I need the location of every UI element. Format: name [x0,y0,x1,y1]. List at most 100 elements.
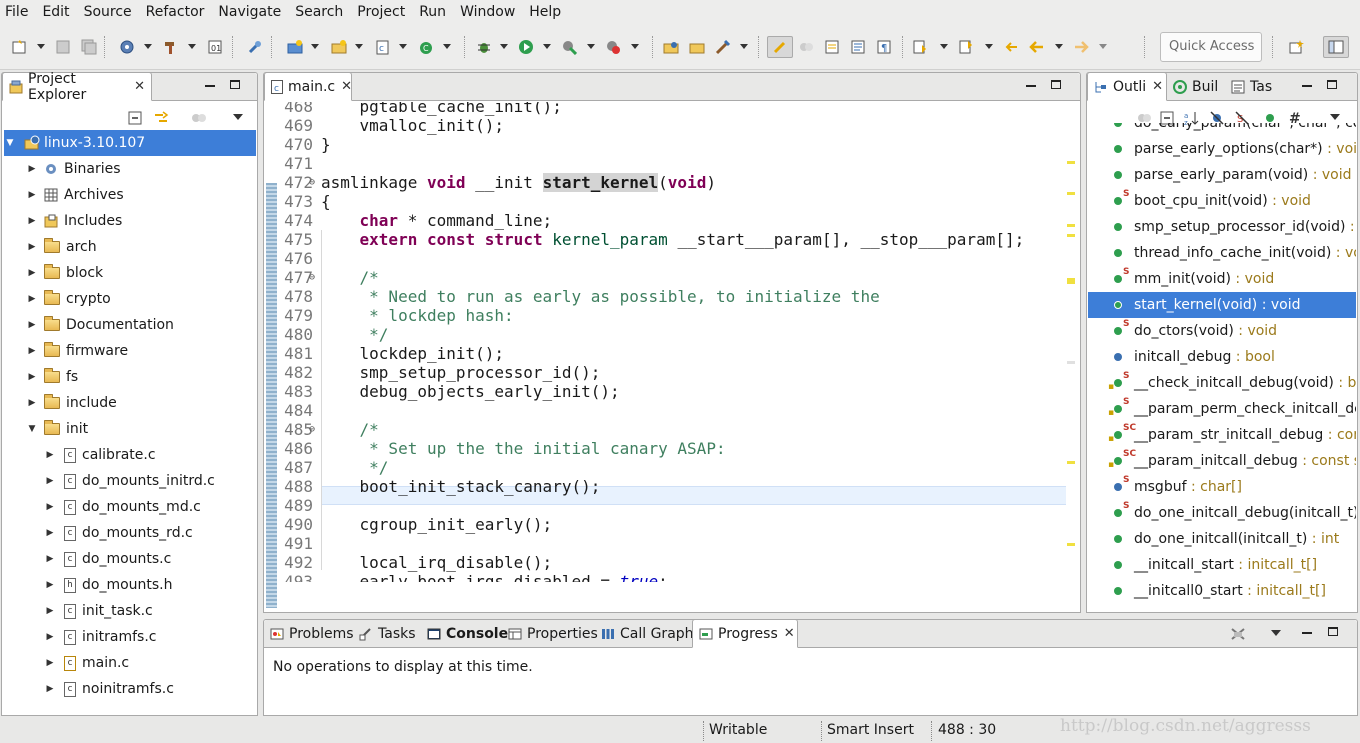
outline-item[interactable]: ▪SC__param_initcall_debug : const str [1088,448,1356,474]
tree-item[interactable]: ▶ c do_mounts.c [44,546,172,572]
collapse-arrow-icon[interactable]: ▶ [44,553,56,565]
collapse-arrow-icon[interactable]: ▶ [26,163,38,175]
collapse-arrow-icon[interactable]: ▶ [44,579,56,591]
tree-item[interactable]: ▶ firmware [26,338,128,364]
close-icon[interactable]: ✕ [784,626,795,641]
new-source-file-icon[interactable]: c [375,39,391,55]
tree-item[interactable]: ▶ c initramfs.c [44,624,157,650]
collapse-arrow-icon[interactable]: ▶ [26,345,38,357]
tree-item[interactable]: ▶ c do_mounts_rd.c [44,520,193,546]
new-c-project-icon[interactable] [287,39,303,55]
tree-item[interactable]: ▶ Includes [26,208,123,234]
code-area[interactable]: 468 pgtable_cache_init(); 469 vmalloc_ini… [265,102,1080,582]
previous-annotation-icon[interactable] [958,39,974,55]
tree-item[interactable]: ▶ c init_task.c [44,598,153,624]
open-perspective-icon[interactable] [1289,39,1305,55]
close-icon[interactable]: ✕ [341,79,352,94]
outline-item[interactable]: __initcall0_start : initcall_t[] [1088,578,1356,604]
profile-icon[interactable] [561,39,577,55]
new-folder-dropdown-icon[interactable] [355,44,363,49]
collapse-arrow-icon[interactable]: ▶ [26,293,38,305]
outline-item[interactable]: ▪SC__param_str_initcall_debug : const [1088,422,1356,448]
collapse-arrow-icon[interactable]: ▶ [26,189,38,201]
open-type-icon[interactable] [663,39,679,55]
tree-item[interactable]: ▶ include [26,390,117,416]
run-dropdown-icon[interactable] [543,44,551,49]
run-icon[interactable] [518,39,534,55]
filter-icon[interactable] [191,111,207,129]
tree-item[interactable]: ▶ c calibrate.c [44,442,156,468]
fold-toggle-icon[interactable]: ⊖ [309,420,315,439]
tree-item[interactable]: ▶ c do_mounts_initrd.c [44,468,215,494]
menu-file[interactable]: File [0,0,37,24]
collapse-arrow-icon[interactable]: ▶ [44,657,56,669]
next-annotation-icon[interactable] [912,39,928,55]
forward-icon[interactable] [1073,39,1089,55]
collapse-arrow-icon[interactable]: ▶ [44,605,56,617]
collapse-arrow-icon[interactable]: ▶ [26,267,38,279]
tree-item[interactable]: ▶ Binaries [26,156,121,182]
tab-project-explorer[interactable]: Project Explorer ✕ [2,71,152,103]
tab-progress[interactable]: Progress ✕ [692,619,798,648]
tree-item[interactable]: ▶ fs [26,364,78,390]
save-all-icon[interactable] [81,39,97,55]
tab-call-graph[interactable]: Call Graph [595,620,700,648]
tree-item[interactable]: ▶ Archives [26,182,124,208]
build-dropdown-icon[interactable] [188,44,196,49]
external-tools-icon[interactable] [605,39,621,55]
outline-item[interactable]: ▪ S __check_initcall_debug(void) : boo [1088,370,1356,396]
open-element-icon[interactable] [689,39,705,55]
maximize-icon[interactable] [1328,627,1338,636]
tab-main-c[interactable]: c main.c ✕ [264,73,352,101]
menu-window[interactable]: Window [455,0,524,24]
collapse-arrow-icon[interactable]: ▶ [26,215,38,227]
minimize-icon[interactable] [1302,85,1312,87]
collapse-arrow-icon[interactable]: ▶ [26,371,38,383]
collapse-arrow-icon[interactable]: ▶ [44,527,56,539]
tree-item[interactable]: ▶ c main.c [44,650,130,676]
new-class-dropdown-icon[interactable] [443,44,451,49]
tree-item[interactable]: ▼ init [26,416,88,442]
maximize-icon[interactable] [230,80,240,89]
tree-item[interactable]: ▶ h do_mounts.h [44,572,173,598]
view-menu-icon[interactable] [1330,114,1340,120]
tree-item[interactable]: ▶ Documentation [26,312,174,338]
outline-item[interactable]: Smsgbuf : char[] [1088,474,1356,500]
debug-dropdown-icon[interactable] [500,44,508,49]
menu-search[interactable]: Search [290,0,352,24]
new-dropdown-icon[interactable] [37,44,45,49]
tab-problems[interactable]: Problems [264,620,360,648]
view-menu-icon[interactable] [233,114,243,120]
new-icon[interactable] [11,39,27,55]
tree-item[interactable]: ▶ c noinitramfs.c [44,676,174,702]
collapse-arrow-icon[interactable]: ▶ [44,501,56,513]
outline-item[interactable]: thread_info_cache_init(void) : void [1088,240,1356,266]
collapse-arrow-icon[interactable]: ▶ [44,631,56,643]
collapse-arrow-icon[interactable]: ▶ [26,319,38,331]
remove-all-finished-icon[interactable] [1230,627,1246,645]
next-annotation-dropdown-icon[interactable] [940,44,948,49]
block-selection-icon[interactable] [824,39,840,55]
outline-item[interactable]: Sdo_early_param(char*, char*, cons [1088,123,1356,136]
menu-project[interactable]: Project [352,0,414,24]
tab-tasks[interactable]: Tas [1225,73,1278,101]
collapse-arrow-icon[interactable]: ▶ [26,241,38,253]
collapse-arrow-icon[interactable]: ▶ [44,683,56,695]
collapse-arrow-icon[interactable]: ▶ [44,475,56,487]
back-icon[interactable] [1029,39,1045,55]
outline-item[interactable]: initcall_debug : bool [1088,344,1356,370]
tree-item[interactable]: ▶ block [26,260,103,286]
tree-item[interactable]: ▶ arch [26,234,97,260]
menu-source[interactable]: Source [79,0,141,24]
outline-item[interactable]: parse_early_param(void) : void [1088,162,1356,188]
outline-item[interactable]: ▪ S __param_perm_check_initcall_deb [1088,396,1356,422]
minimize-icon[interactable] [1026,85,1036,87]
new-class-icon[interactable]: C [418,39,434,55]
link-with-editor-icon[interactable] [153,111,169,129]
search-reference-icon[interactable] [247,39,263,55]
menu-edit[interactable]: Edit [37,0,78,24]
fold-toggle-icon[interactable]: ⊖ [309,173,315,192]
previous-annotation-dropdown-icon[interactable] [985,44,993,49]
menu-navigate[interactable]: Navigate [213,0,290,24]
maximize-icon[interactable] [1327,80,1337,89]
